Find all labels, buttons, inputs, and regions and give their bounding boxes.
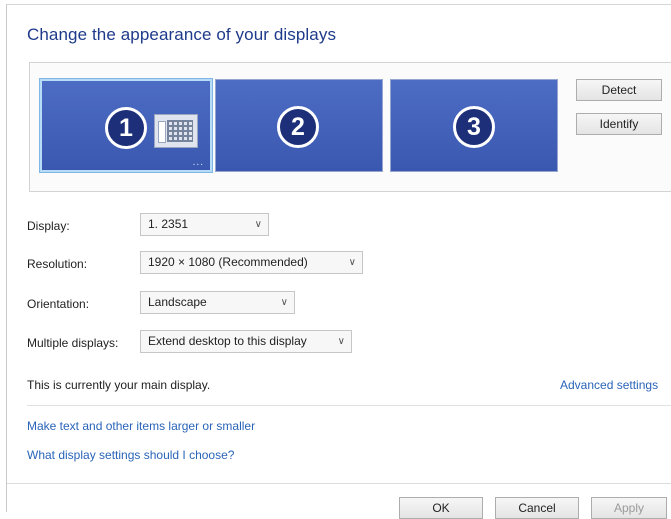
footer-divider — [7, 483, 671, 484]
chevron-down-icon: ∨ — [254, 219, 262, 230]
display-settings-window: Change the appearance of your displays 1… — [6, 4, 671, 519]
resolution-select[interactable]: 1920 × 1080 (Recommended) ∨ — [140, 251, 363, 274]
chevron-down-icon: ∨ — [280, 297, 288, 308]
monitor-number-3: 3 — [453, 106, 495, 148]
multiple-displays-select[interactable]: Extend desktop to this display ∨ — [140, 330, 352, 353]
monitor-arrangement-area[interactable]: 1 ... 2 3 Detect Identify — [29, 62, 671, 192]
monitor-number-2: 2 — [277, 106, 319, 148]
advanced-settings-link[interactable]: Advanced settings — [560, 378, 658, 392]
resolution-label: Resolution: — [27, 257, 88, 271]
chevron-down-icon: ∨ — [337, 336, 345, 347]
detect-button[interactable]: Detect — [576, 79, 662, 101]
orientation-label: Orientation: — [27, 297, 90, 311]
multiple-displays-label: Multiple displays: — [27, 336, 119, 350]
multiple-displays-select-value: Extend desktop to this display — [148, 334, 307, 348]
page-title: Change the appearance of your displays — [27, 25, 337, 44]
monitor-3[interactable]: 3 — [390, 79, 558, 172]
display-label: Display: — [27, 219, 70, 233]
orientation-select[interactable]: Landscape ∨ — [140, 291, 295, 314]
main-display-status: This is currently your main display. — [27, 378, 211, 392]
orientation-select-value: Landscape — [148, 295, 207, 309]
display-help-link[interactable]: What display settings should I choose? — [27, 448, 234, 462]
display-select-value: 1. 2351 — [148, 217, 189, 231]
monitor-1[interactable]: 1 ... — [40, 79, 212, 172]
chevron-down-icon: ∨ — [348, 257, 356, 268]
text-size-link[interactable]: Make text and other items larger or smal… — [27, 419, 255, 433]
monitor-number-1: 1 — [105, 107, 147, 149]
start-screen-tiles — [167, 120, 193, 142]
monitor-2[interactable]: 2 — [215, 79, 383, 172]
cancel-button[interactable]: Cancel — [495, 497, 579, 519]
apply-button[interactable]: Apply — [591, 497, 667, 519]
identify-button[interactable]: Identify — [576, 113, 662, 135]
start-screen-icon — [154, 114, 198, 148]
monitor-dots: ... — [192, 157, 204, 168]
ok-button[interactable]: OK — [399, 497, 483, 519]
start-screen-side-panel — [158, 121, 166, 143]
display-select[interactable]: 1. 2351 ∨ — [140, 213, 269, 236]
section-divider — [27, 405, 671, 406]
resolution-select-value: 1920 × 1080 (Recommended) — [148, 255, 308, 269]
